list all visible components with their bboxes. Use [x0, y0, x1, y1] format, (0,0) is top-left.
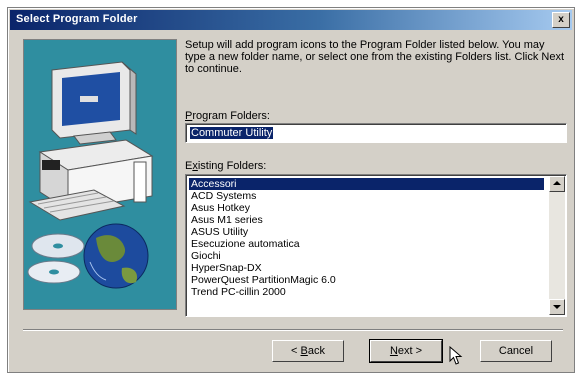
existing-folders-label: Existing Folders:: [185, 160, 266, 172]
back-button[interactable]: < Back: [272, 340, 344, 362]
program-folder-label: Program Folders:: [185, 110, 270, 122]
close-icon[interactable]: x: [552, 12, 570, 28]
existing-folders-label-text: isting Folders:: [197, 160, 267, 172]
next-button-accelerator: N: [389, 345, 398, 357]
dialog-window: Select Program Folder x Setup will add p…: [7, 7, 575, 373]
title-bar[interactable]: Select Program Folder x: [10, 10, 572, 30]
cancel-button-label: Cancel: [498, 345, 534, 357]
list-item[interactable]: PowerQuest PartitionMagic 6.0: [189, 274, 544, 286]
window-title: Select Program Folder: [16, 13, 138, 25]
scroll-down-arrow-icon[interactable]: [549, 299, 565, 315]
list-item[interactable]: Asus M1 series: [189, 214, 544, 226]
button-separator: [23, 329, 563, 331]
scroll-up-arrow-icon[interactable]: [549, 176, 565, 192]
list-item[interactable]: ASUS Utility: [189, 226, 544, 238]
list-item[interactable]: Asus Hotkey: [189, 202, 544, 214]
existing-folders-list[interactable]: Accessori ACD Systems Asus Hotkey Asus M1 s…: [185, 174, 567, 317]
scrollbar[interactable]: [549, 176, 565, 315]
back-button-prefix: <: [291, 345, 301, 357]
program-folder-input[interactable]: Commuter Utility: [185, 123, 567, 143]
list-item[interactable]: ACD Systems: [189, 190, 544, 202]
list-item[interactable]: Accessori: [189, 178, 544, 190]
program-folder-label-text: rogram Folders:: [192, 110, 270, 122]
next-button[interactable]: Next >: [369, 339, 443, 363]
mouse-pointer-icon: [449, 346, 463, 365]
cd-disc-illustration: [27, 233, 85, 284]
back-button-accelerator: B: [300, 345, 308, 357]
monitor-illustration: [51, 61, 137, 145]
computer-and-globe-illustration: [23, 39, 177, 310]
globe-illustration: [83, 223, 149, 289]
next-button-text: ext >: [397, 345, 423, 357]
program-folder-value: Commuter Utility: [190, 127, 274, 139]
list-item[interactable]: Giochi: [189, 250, 544, 262]
cancel-button[interactable]: Cancel: [480, 340, 552, 362]
list-item[interactable]: Esecuzione automatica: [189, 238, 544, 250]
existing-folders-items: Accessori ACD Systems Asus Hotkey Asus M1 s…: [189, 178, 544, 298]
instructions-text: Setup will add program icons to the Prog…: [185, 39, 565, 75]
list-item[interactable]: Trend PC-cillin 2000: [189, 286, 544, 298]
list-item[interactable]: HyperSnap-DX: [189, 262, 544, 274]
back-button-text: ack: [307, 345, 325, 357]
